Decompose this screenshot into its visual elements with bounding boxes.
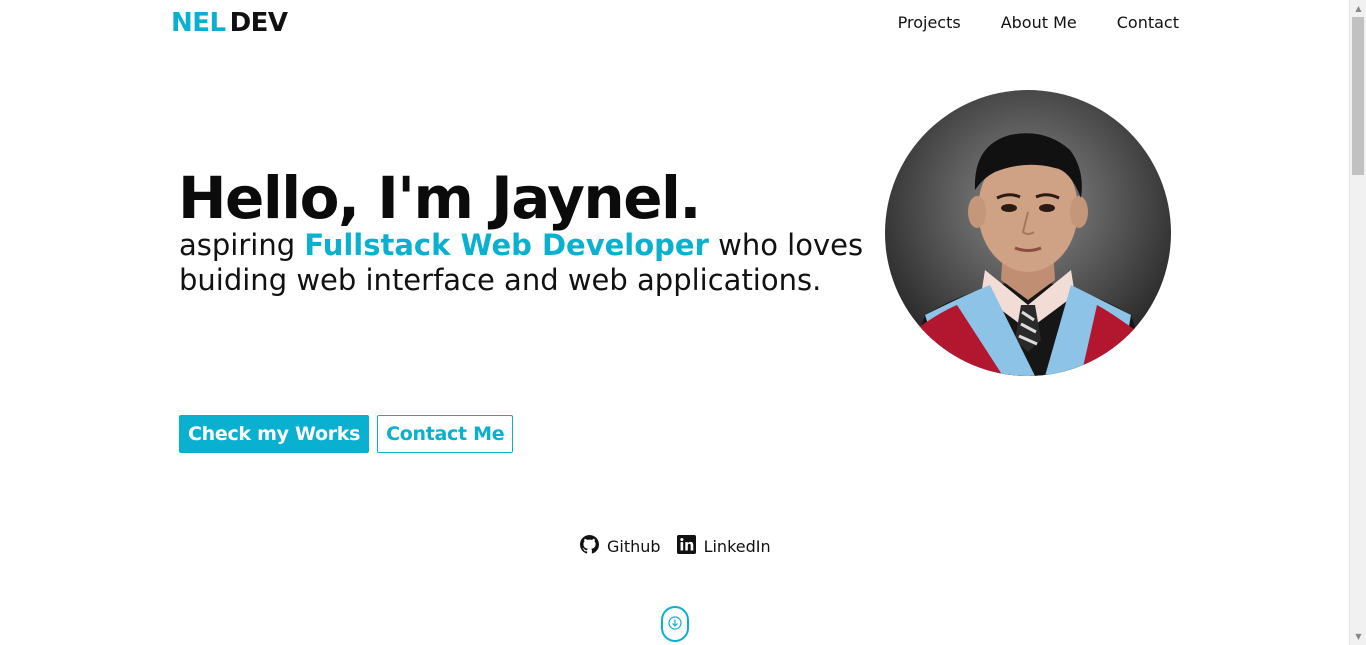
hero-sub-prefix: aspiring	[179, 228, 305, 262]
logo[interactable]: NEL DEV	[171, 8, 288, 38]
hero-sub-highlight: Fullstack Web Developer	[304, 228, 709, 262]
nav-about-me[interactable]: About Me	[1001, 13, 1077, 32]
linkedin-label: LinkedIn	[703, 537, 771, 556]
linkedin-link[interactable]: LinkedIn	[676, 535, 771, 558]
profile-photo	[885, 90, 1171, 376]
logo-part-nel: NEL	[171, 8, 226, 38]
logo-part-dev: DEV	[229, 8, 288, 38]
github-link[interactable]: Github	[580, 535, 661, 558]
hero-buttons: Check my Works Contact Me	[179, 415, 514, 453]
scroll-down-arrow-icon[interactable]: ▼	[1350, 628, 1366, 645]
main-nav: Projects About Me Contact	[898, 13, 1179, 32]
github-label: Github	[607, 537, 661, 556]
github-icon	[580, 535, 599, 558]
page-scrollbar[interactable]: ▲ ▼	[1349, 0, 1366, 645]
scrollbar-thumb[interactable]	[1352, 17, 1364, 175]
nav-projects[interactable]: Projects	[898, 13, 961, 32]
scroll-up-arrow-icon[interactable]: ▲	[1350, 0, 1366, 17]
page: NEL DEV Projects About Me Contact Hello, …	[0, 0, 1349, 645]
social-links: Github LinkedIn	[580, 535, 771, 558]
hero-title: Hello, I'm Jaynel.	[178, 164, 701, 232]
contact-me-button[interactable]: Contact Me	[377, 415, 514, 453]
nav-contact[interactable]: Contact	[1117, 13, 1179, 32]
scroll-down-button[interactable]	[661, 606, 689, 642]
hero-subtitle: aspiring Fullstack Web Developer who lov…	[179, 228, 869, 298]
linkedin-icon	[676, 535, 696, 558]
arrow-down-icon	[668, 615, 682, 634]
check-works-button[interactable]: Check my Works	[179, 415, 370, 453]
